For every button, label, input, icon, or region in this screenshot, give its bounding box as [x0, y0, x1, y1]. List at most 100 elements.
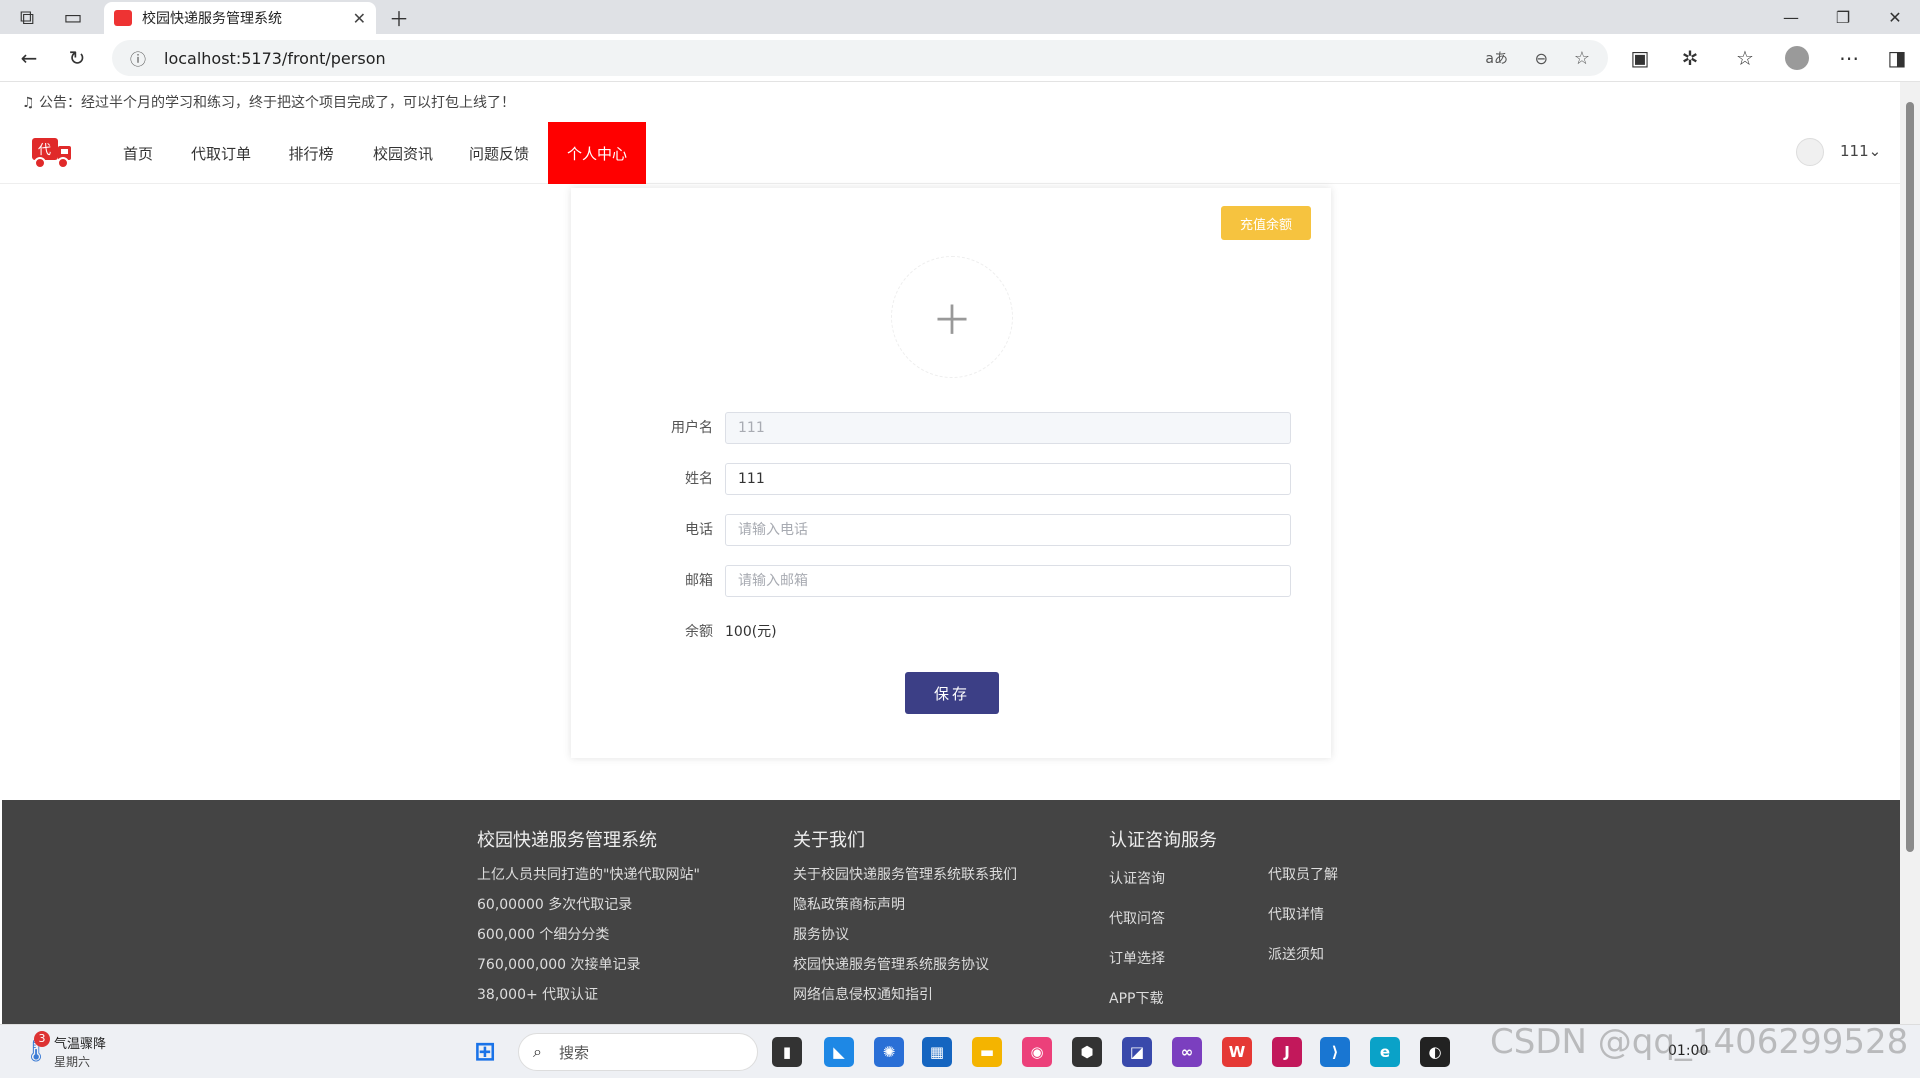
- csdn-watermark: CSDN @qq_1406299528: [1490, 1022, 1909, 1062]
- save-button[interactable]: 保存: [905, 672, 999, 714]
- puzzle-icon[interactable]: ✲: [1675, 43, 1705, 73]
- media-app-icon[interactable]: ◉: [1022, 1037, 1052, 1067]
- footer-link[interactable]: 服务协议: [793, 924, 849, 944]
- user-menu[interactable]: 111⌄: [1840, 142, 1881, 160]
- weather-widget[interactable]: 🌡 3 气温骤降 星期六: [20, 1031, 140, 1073]
- balance-row: 余额 100(元): [631, 616, 1281, 648]
- footer-stat: 760,000,000 次接单记录: [477, 957, 641, 973]
- site-footer: 校园快递服务管理系统 上亿人员共同打造的"快递代取网站" 60,00000 多次…: [2, 800, 1900, 1024]
- page-content: ♫ 公告：经过半个月的学习和练习，终于把这个项目完成了，可以打包上线了！ 代 首…: [0, 82, 1900, 1024]
- nav-ranking[interactable]: 排行榜: [278, 122, 344, 184]
- lark-app-icon[interactable]: ◣: [824, 1037, 854, 1067]
- name-input[interactable]: [725, 463, 1291, 495]
- wps-icon[interactable]: W: [1222, 1037, 1252, 1067]
- search-placeholder: 搜索: [559, 1043, 590, 1062]
- site-favicon-icon: [114, 10, 132, 26]
- translate-icon[interactable]: aあ: [1485, 48, 1508, 68]
- network-app-icon[interactable]: ✺: [874, 1037, 904, 1067]
- nav-feedback[interactable]: 问题反馈: [458, 122, 540, 184]
- design-app-icon[interactable]: ◪: [1122, 1037, 1152, 1067]
- user-avatar[interactable]: [1796, 138, 1824, 166]
- more-menu-icon[interactable]: ⋯: [1834, 43, 1864, 73]
- minimize-icon[interactable]: —: [1776, 2, 1806, 32]
- browser-tab[interactable]: 校园快递服务管理系统 ✕: [104, 2, 376, 34]
- username-input[interactable]: [725, 412, 1291, 444]
- footer-link[interactable]: 隐私政策商标声明: [793, 894, 905, 914]
- nav-orders[interactable]: 代取订单: [180, 122, 262, 184]
- footer-link[interactable]: APP下载: [1109, 988, 1163, 1008]
- task-view-icon[interactable]: ▮: [772, 1037, 802, 1067]
- phone-input[interactable]: [725, 514, 1291, 546]
- refresh-icon[interactable]: ↻: [62, 43, 92, 73]
- delivery-truck-logo[interactable]: 代: [30, 134, 74, 170]
- footer-link[interactable]: 订单选择: [1109, 948, 1165, 968]
- new-tab-icon[interactable]: ＋: [384, 2, 414, 32]
- favorite-star-icon[interactable]: ☆: [1574, 48, 1590, 69]
- top-navigation: 代 首页 代取订单 排行榜 校园资讯 问题反馈 个人中心 111⌄: [0, 122, 1900, 184]
- email-label: 邮箱: [685, 573, 713, 589]
- weather-badge: 3: [34, 1031, 50, 1047]
- windows-start-icon[interactable]: ⊞: [470, 1037, 500, 1067]
- chevron-down-icon: ⌄: [1868, 142, 1882, 160]
- close-window-icon[interactable]: ✕: [1880, 2, 1910, 32]
- taskbar-search[interactable]: ⌕ 搜索: [518, 1033, 758, 1071]
- email-input[interactable]: [725, 565, 1291, 597]
- footer-link[interactable]: 代取员了解: [1268, 864, 1338, 884]
- footer-link[interactable]: 关于校园快递服务管理系统联系我们: [793, 864, 1017, 884]
- favorites-icon[interactable]: ☆: [1730, 43, 1760, 73]
- nav-home[interactable]: 首页: [110, 122, 166, 184]
- restore-icon[interactable]: ❐: [1828, 2, 1858, 32]
- back-icon[interactable]: ←: [14, 43, 44, 73]
- footer-link[interactable]: 代取问答: [1109, 908, 1165, 928]
- nav-personal-center[interactable]: 个人中心: [548, 122, 646, 184]
- workspaces-icon[interactable]: ⧉: [12, 2, 42, 32]
- footer-link[interactable]: 校园快递服务管理系统服务协议: [793, 954, 989, 974]
- email-row: 邮箱: [631, 565, 1291, 597]
- footer-stat: 上亿人员共同打造的"快递代取网站": [477, 867, 700, 883]
- footer-link[interactable]: 认证咨询: [1109, 868, 1165, 888]
- name-label: 姓名: [685, 471, 713, 487]
- footer-link[interactable]: 派送须知: [1268, 944, 1324, 964]
- username-label: 用户名: [671, 420, 713, 436]
- footer-stat: 60,00000 多次代取记录: [477, 897, 633, 913]
- nav-campus-news[interactable]: 校园资讯: [362, 122, 444, 184]
- weekday-text: 星期六: [54, 1055, 91, 1069]
- file-explorer-icon[interactable]: ▬: [972, 1037, 1002, 1067]
- zoom-icon[interactable]: ⊖: [1535, 49, 1548, 68]
- edge-browser-icon[interactable]: e: [1370, 1037, 1400, 1067]
- username-row: 用户名: [631, 412, 1291, 444]
- plus-icon: ＋: [932, 298, 972, 344]
- profile-card: 充值余额 ＋ 用户名 姓名 电话 邮箱 余额 100(元) 保存: [571, 188, 1331, 758]
- tab-title: 校园快递服务管理系统: [142, 11, 282, 27]
- recharge-balance-button[interactable]: 充值余额: [1221, 206, 1311, 240]
- jetbrains-icon[interactable]: J: [1272, 1037, 1302, 1067]
- url-field[interactable]: ⓘ localhost:5173/front/person aあ ⊖ ☆: [112, 40, 1608, 76]
- page-scrollbar[interactable]: [1900, 82, 1920, 1024]
- sidebar-toggle-icon[interactable]: ◨: [1882, 43, 1912, 73]
- weather-text: 气温骤降: [54, 1037, 107, 1052]
- footer-link[interactable]: 网络信息侵权通知指引: [793, 984, 933, 1004]
- tab-actions-icon[interactable]: ▭: [58, 2, 88, 32]
- phone-row: 电话: [631, 514, 1291, 546]
- store-icon[interactable]: ▦: [922, 1037, 952, 1067]
- close-tab-icon[interactable]: ✕: [353, 9, 366, 28]
- cube-app-icon[interactable]: ⬢: [1072, 1037, 1102, 1067]
- balance-value: 100(元): [725, 624, 777, 640]
- avatar-upload[interactable]: ＋: [891, 256, 1013, 378]
- footer-title-services: 认证咨询服务: [1109, 830, 1217, 851]
- address-bar-row: ← ↻ ⓘ localhost:5173/front/person aあ ⊖ ☆…: [0, 34, 1920, 82]
- visual-studio-icon[interactable]: ∞: [1172, 1037, 1202, 1067]
- scrollbar-thumb[interactable]: [1906, 102, 1914, 852]
- balance-label: 余额: [685, 624, 713, 640]
- footer-link[interactable]: 代取详情: [1268, 904, 1324, 924]
- extension-icon[interactable]: ▣: [1625, 43, 1655, 73]
- site-info-icon[interactable]: ⓘ: [130, 46, 146, 70]
- footer-stat: 600,000 个细分分类: [477, 927, 610, 943]
- footer-stat: 38,000+ 代取认证: [477, 987, 599, 1003]
- vscode-icon[interactable]: ⟩: [1320, 1037, 1350, 1067]
- qq-icon[interactable]: ◐: [1420, 1037, 1450, 1067]
- browser-tab-bar: ⧉ ▭ 校园快递服务管理系统 ✕ ＋ — ❐ ✕: [0, 0, 1920, 34]
- profile-icon[interactable]: [1782, 43, 1812, 73]
- name-row: 姓名: [631, 463, 1291, 495]
- footer-title-about: 关于我们: [793, 830, 865, 851]
